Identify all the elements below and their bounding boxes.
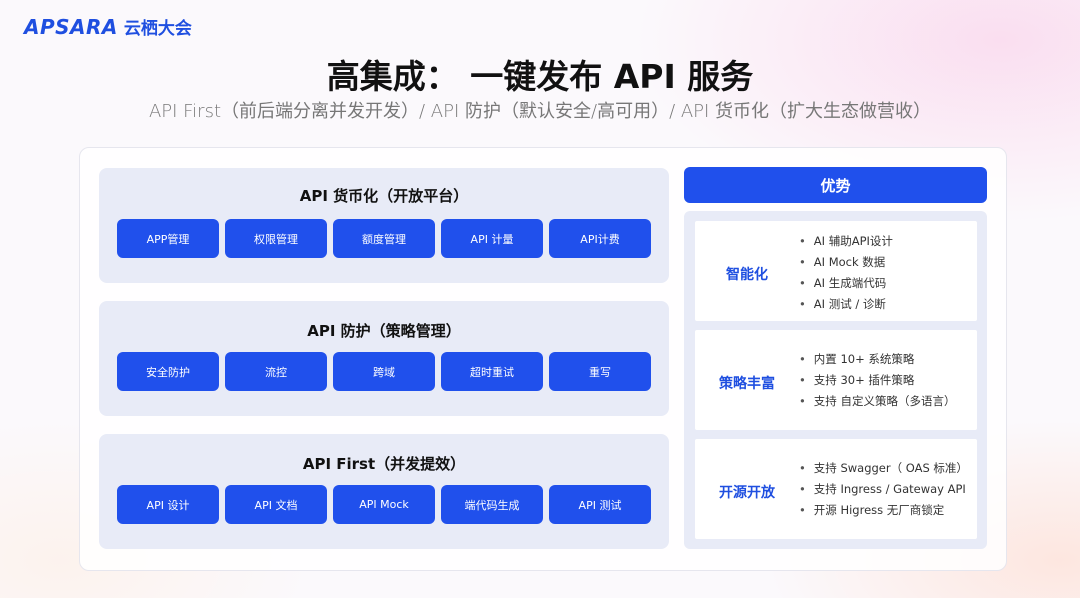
advantage-card-policy: 策略丰富 内置 10+ 系统策略 支持 30+ 插件策略 支持 自定义策略（多语… [695,330,977,430]
card-title: 智能化 [726,267,768,283]
panel-api-first: API First（并发提效） API 设计 API 文档 API Mock 端… [99,434,669,549]
list-item: 支持 自定义策略（多语言） [799,391,956,412]
logo: APSARA 云栖大会 [24,14,192,40]
feature-button[interactable]: API 文档 [225,485,327,524]
panel-protection: API 防护（策略管理） 安全防护 流控 跨域 超时重试 重写 [99,301,669,416]
advantage-card-intelligent: 智能化 AI 辅助API设计 AI Mock 数据 AI 生成端代码 AI 测试… [695,221,977,321]
feature-button[interactable]: 端代码生成 [441,485,543,524]
card-title: 开源开放 [719,485,775,501]
feature-button[interactable]: 重写 [549,352,651,391]
feature-button[interactable]: 安全防护 [117,352,219,391]
panel-title: API 货币化（开放平台） [299,187,469,205]
list-item: 内置 10+ 系统策略 [799,349,955,370]
feature-button[interactable]: 流控 [225,352,327,391]
feature-button[interactable]: API计费 [549,219,651,258]
logo-name: 云栖大会 [123,19,192,39]
list-item: 支持 Swagger（ OAS 标准） [799,458,968,479]
feature-button[interactable]: API 测试 [549,485,651,524]
feature-button[interactable]: API 设计 [117,485,219,524]
feature-button[interactable]: 超时重试 [441,352,543,391]
panel-title: API First（并发提效） [302,455,466,473]
feature-button[interactable]: 跨域 [333,352,435,391]
list-item: 开源 Higress 无厂商锁定 [799,500,968,521]
list-item: AI 生成端代码 [799,273,893,294]
advantages-header: 优势 [684,167,987,203]
list-item: AI Mock 数据 [799,252,893,273]
list-item: 支持 Ingress / Gateway API [799,479,968,500]
card-title: 策略丰富 [719,376,775,392]
feature-button[interactable]: 额度管理 [333,219,435,258]
list-item: AI 测试 / 诊断 [799,294,893,315]
list-item: 支持 30+ 插件策略 [799,370,955,391]
feature-button[interactable]: 权限管理 [225,219,327,258]
panel-title: API 防护（策略管理） [307,322,461,340]
advantage-card-open: 开源开放 支持 Swagger（ OAS 标准） 支持 Ingress / Ga… [695,439,977,539]
feature-button[interactable]: API Mock [333,485,435,524]
logo-brand: APSARA [24,14,118,39]
card-list: 内置 10+ 系统策略 支持 30+ 插件策略 支持 自定义策略（多语言） [799,349,956,412]
panel-monetization: API 货币化（开放平台） APP管理 权限管理 额度管理 API 计量 API… [99,168,669,283]
feature-button[interactable]: APP管理 [117,219,219,258]
page-subtitle: API First（前后端分离并发开发）/ API 防护（默认安全/高可用）/ … [148,101,932,122]
card-list: 支持 Swagger（ OAS 标准） 支持 Ingress / Gateway… [799,458,968,521]
list-item: AI 辅助API设计 [799,231,893,252]
page-title: 高集成： 一键发布 API 服务 [326,57,754,96]
feature-button[interactable]: API 计量 [441,219,543,258]
card-list: AI 辅助API设计 AI Mock 数据 AI 生成端代码 AI 测试 / 诊… [799,231,893,315]
